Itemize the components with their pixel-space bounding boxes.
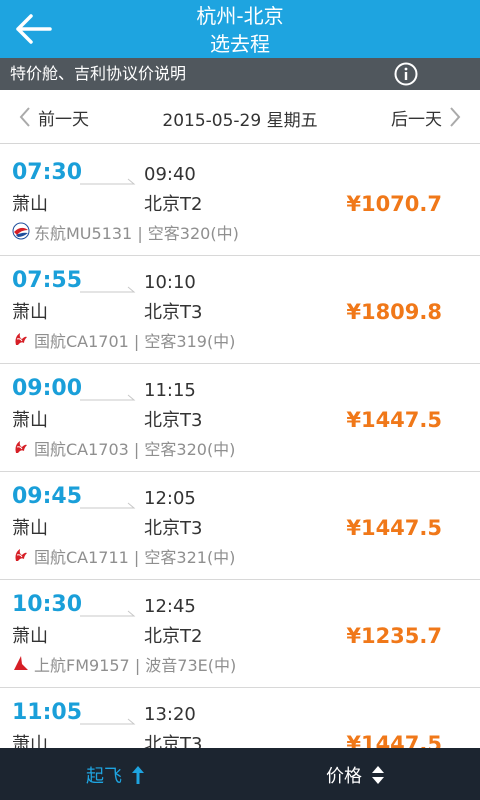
next-day-button[interactable]: 后一天 [391, 104, 462, 130]
arrival-time: 11:15 [144, 380, 196, 401]
flight-row[interactable]: 09:00 11:15 萧山 北京T3 国航CA1703 | 空客320(中) ¥1447… [0, 364, 480, 472]
date-bar: 前一天 2015-05-29 星期五 后一天 [0, 90, 480, 144]
flight-row[interactable]: 10:30 12:45 萧山 北京T2 上航FM9157 | 波音73E(中) ¥1235… [0, 580, 480, 688]
flight-list: 07:30 09:40 萧山 北京T2 东航MU5131 | 空客320(中) ¥1070… [0, 148, 480, 748]
page-subtitle: 选去程 [210, 32, 270, 56]
flight-row[interactable]: 11:05 13:20 萧山 北京T3 ¥1447.5 [0, 688, 480, 748]
sort-updown-icon [372, 766, 384, 784]
arrival-time: 12:45 [144, 596, 196, 617]
departure-time: 07:55 [12, 268, 83, 293]
next-day-label: 后一天 [391, 109, 442, 130]
departure-airport: 萧山 [12, 410, 48, 431]
price: ¥1447.5 [346, 732, 442, 748]
flight-row[interactable]: 07:30 09:40 萧山 北京T2 东航MU5131 | 空客320(中) ¥1070… [0, 148, 480, 256]
price: ¥1447.5 [346, 516, 442, 540]
arrival-airport: 北京T3 [144, 734, 203, 748]
route-arrow-icon [80, 502, 136, 509]
arrival-time: 12:05 [144, 488, 196, 509]
departure-time: 07:30 [12, 160, 83, 185]
sort-departure-label: 起飞 [86, 766, 122, 787]
sort-by-price-button[interactable]: 价格 [326, 762, 386, 788]
flight-row[interactable]: 07:55 10:10 萧山 北京T3 国航CA1701 | 空客319(中) ¥1809… [0, 256, 480, 364]
departure-airport: 萧山 [12, 626, 48, 647]
page-title: 杭州-北京 [196, 4, 284, 28]
departure-time: 09:45 [12, 484, 83, 509]
price: ¥1235.7 [346, 624, 442, 648]
notice-text: 特价舱、吉利协议价说明 [10, 64, 187, 83]
price: ¥1447.5 [346, 408, 442, 432]
departure-time: 09:00 [12, 376, 83, 401]
bottom-sort-bar: 起飞 价格 [0, 748, 480, 800]
sort-price-label: 价格 [326, 766, 362, 787]
arrival-airport: 北京T2 [144, 626, 203, 647]
flight-info: 国航CA1711 | 空客321(中) [34, 548, 236, 567]
app-header: 杭州-北京 选去程 [0, 0, 480, 58]
notice-bar[interactable]: 特价舱、吉利协议价说明 [0, 58, 480, 90]
sort-by-departure-button[interactable]: 起飞 [86, 762, 146, 788]
flight-info: 上航FM9157 | 波音73E(中) [34, 656, 237, 675]
arrival-airport: 北京T3 [144, 518, 203, 539]
arrow-up-icon [132, 766, 144, 784]
flight-info: 国航CA1703 | 空客320(中) [34, 440, 236, 459]
flight-row[interactable]: 09:45 12:05 萧山 北京T3 国航CA1711 | 空客321(中) ¥1447… [0, 472, 480, 580]
price: ¥1070.7 [346, 192, 442, 216]
chevron-right-icon [450, 107, 461, 127]
airline-logo-icon [12, 654, 30, 672]
arrival-time: 09:40 [144, 164, 196, 185]
route-arrow-icon [80, 718, 136, 725]
arrival-time: 13:20 [144, 704, 196, 725]
flight-info: 东航MU5131 | 空客320(中) [34, 224, 239, 243]
departure-time: 11:05 [12, 700, 83, 725]
arrival-airport: 北京T2 [144, 194, 203, 215]
route-arrow-icon [80, 394, 136, 401]
airline-logo-icon [12, 546, 30, 564]
arrival-airport: 北京T3 [144, 302, 203, 323]
route-arrow-icon [80, 178, 136, 185]
airline-logo-icon [12, 438, 30, 456]
departure-airport: 萧山 [12, 518, 48, 539]
route-arrow-icon [80, 286, 136, 293]
route-arrow-icon [80, 610, 136, 617]
flight-info: 国航CA1701 | 空客319(中) [34, 332, 236, 351]
arrival-time: 10:10 [144, 272, 196, 293]
departure-airport: 萧山 [12, 734, 48, 748]
info-icon[interactable] [394, 62, 418, 86]
arrival-airport: 北京T3 [144, 410, 203, 431]
airline-logo-icon [12, 330, 30, 348]
price: ¥1809.8 [346, 300, 442, 324]
departure-airport: 萧山 [12, 302, 48, 323]
airline-logo-icon [12, 222, 30, 240]
departure-airport: 萧山 [12, 194, 48, 215]
departure-time: 10:30 [12, 592, 83, 617]
